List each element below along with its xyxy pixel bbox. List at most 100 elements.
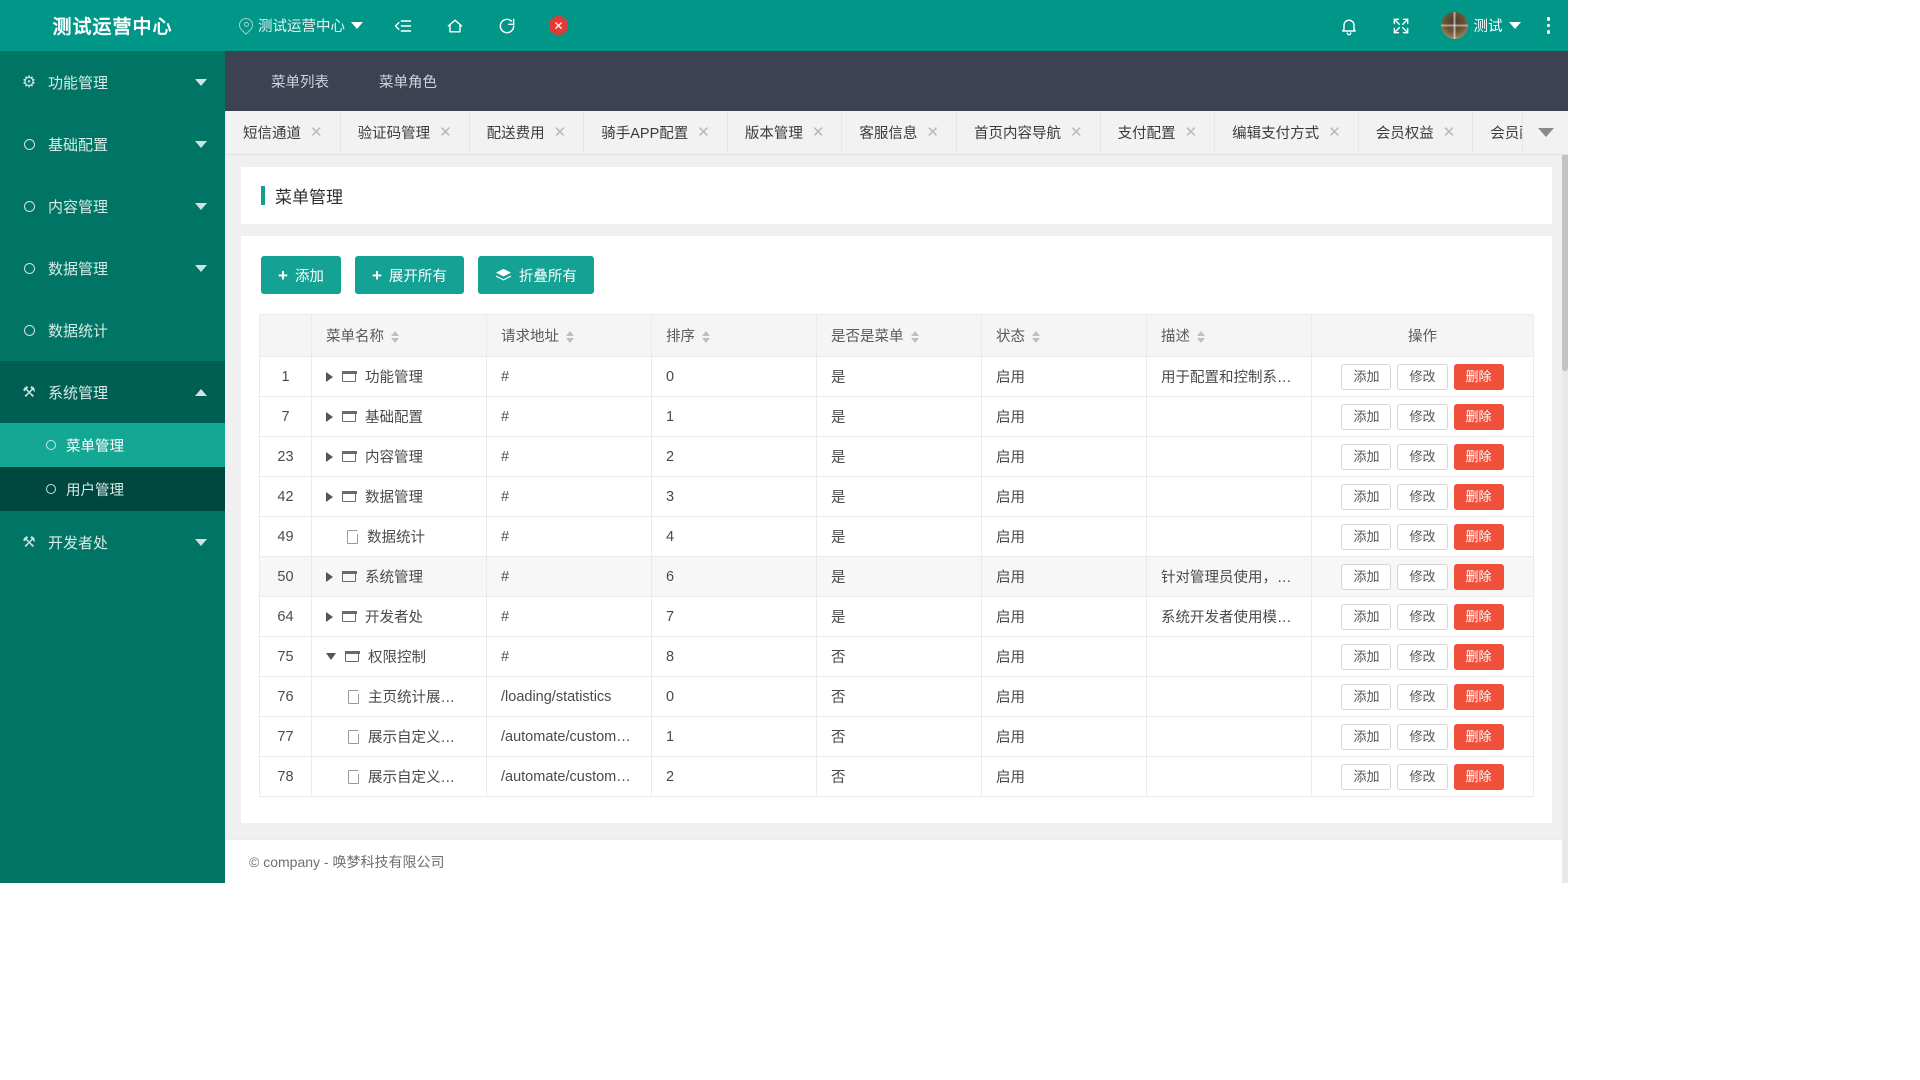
open-tab[interactable]: 编辑支付方式 ✕ [1215, 111, 1359, 154]
sort-toggle-icon[interactable] [391, 331, 399, 344]
close-icon[interactable]: ✕ [310, 125, 323, 140]
close-all-tabs-button[interactable]: ✕ [533, 0, 584, 51]
collapse-row-icon[interactable] [326, 653, 336, 660]
sort-toggle-icon[interactable] [910, 331, 919, 344]
open-tab[interactable]: 骑手APP配置 ✕ [584, 111, 728, 154]
expand-row-icon[interactable] [326, 451, 333, 462]
close-icon[interactable]: ✕ [812, 125, 825, 140]
page-scrollbar[interactable] [1562, 51, 1568, 883]
close-icon[interactable]: ✕ [926, 125, 939, 140]
open-tab[interactable]: 版本管理 ✕ [728, 111, 843, 154]
tabs-overflow-button[interactable] [1522, 111, 1568, 154]
open-tab[interactable]: 配送费用 ✕ [470, 111, 585, 154]
sort-toggle-icon[interactable] [566, 331, 574, 344]
row-is-menu: 是 [816, 516, 982, 557]
row-delete-button[interactable]: 删除 [1453, 363, 1504, 390]
row-add-button[interactable]: 添加 [1341, 403, 1392, 430]
row-delete-button[interactable]: 删除 [1453, 523, 1504, 550]
open-tab[interactable]: 短信通道 ✕ [225, 111, 341, 154]
row-add-button[interactable]: 添加 [1341, 483, 1392, 510]
column-header-3[interactable]: 请求地址 [486, 314, 652, 357]
sidebar-item-7[interactable]: ⚒ 开发者处 [0, 511, 225, 573]
row-add-button[interactable]: 添加 [1341, 683, 1392, 710]
sidebar-item-4[interactable]: 数据管理 [0, 237, 225, 299]
row-edit-button[interactable]: 修改 [1397, 363, 1448, 390]
open-tab[interactable]: 会员权益 ✕ [1359, 111, 1474, 154]
open-tab[interactable]: 客服信息 ✕ [842, 111, 957, 154]
refresh-button[interactable] [481, 0, 533, 51]
sidebar-item-3[interactable]: 内容管理 [0, 175, 225, 237]
row-delete-button[interactable]: 删除 [1453, 483, 1504, 510]
row-add-button[interactable]: 添加 [1341, 763, 1392, 790]
row-edit-button[interactable]: 修改 [1397, 603, 1448, 630]
row-delete-button[interactable]: 删除 [1453, 643, 1504, 670]
column-header-6[interactable]: 状态 [981, 314, 1147, 357]
module-tab-2[interactable]: 菜单角色 [357, 51, 459, 111]
sidebar-subitem-1[interactable]: 菜单管理 [0, 423, 225, 467]
more-vertical-icon[interactable] [1535, 17, 1563, 34]
expand-all-button[interactable]: + 展开所有 [354, 256, 464, 294]
close-icon[interactable]: ✕ [1328, 125, 1341, 140]
row-edit-button[interactable]: 修改 [1397, 643, 1448, 670]
close-icon[interactable]: ✕ [697, 125, 710, 140]
row-delete-button[interactable]: 删除 [1453, 683, 1504, 710]
row-add-button[interactable]: 添加 [1341, 523, 1392, 550]
row-edit-button[interactable]: 修改 [1397, 403, 1448, 430]
expand-row-icon[interactable] [326, 611, 333, 622]
row-delete-button[interactable]: 删除 [1453, 563, 1504, 590]
close-icon[interactable]: ✕ [554, 125, 567, 140]
expand-row-icon[interactable] [326, 411, 333, 422]
sort-toggle-icon[interactable] [702, 331, 710, 344]
home-button[interactable] [429, 0, 481, 51]
row-add-button[interactable]: 添加 [1341, 643, 1392, 670]
module-tab-1[interactable]: 菜单列表 [249, 51, 351, 111]
collapse-all-button[interactable]: 折叠所有 [477, 256, 594, 294]
sort-toggle-icon[interactable] [1197, 331, 1205, 344]
sort-toggle-icon[interactable] [1032, 331, 1040, 344]
expand-row-icon[interactable] [326, 571, 333, 582]
notifications-button[interactable] [1323, 0, 1375, 51]
sidebar-item-2[interactable]: 基础配置 [0, 113, 225, 175]
column-header-2[interactable]: 菜单名称 [311, 314, 487, 357]
row-edit-button[interactable]: 修改 [1397, 723, 1448, 750]
open-tab[interactable]: 验证码管理 ✕ [341, 111, 470, 154]
close-icon[interactable]: ✕ [439, 125, 452, 140]
row-edit-button[interactable]: 修改 [1397, 523, 1448, 550]
row-edit-button[interactable]: 修改 [1397, 483, 1448, 510]
close-icon[interactable]: ✕ [1070, 125, 1083, 140]
location-selector[interactable]: 测试运营中心 [225, 0, 377, 51]
row-add-button[interactable]: 添加 [1341, 443, 1392, 470]
row-delete-button[interactable]: 删除 [1453, 723, 1504, 750]
row-edit-button[interactable]: 修改 [1397, 443, 1448, 470]
column-header-7[interactable]: 描述 [1146, 314, 1312, 357]
sidebar-item-6[interactable]: ⚒ 系统管理 [0, 361, 225, 423]
row-add-button[interactable]: 添加 [1341, 563, 1392, 590]
expand-row-icon[interactable] [326, 371, 333, 382]
row-add-button[interactable]: 添加 [1341, 363, 1392, 390]
user-menu[interactable]: 测试 [1427, 0, 1535, 51]
column-header-4[interactable]: 排序 [651, 314, 817, 357]
close-icon[interactable]: ✕ [1185, 125, 1198, 140]
open-tab[interactable]: 支付配置 ✕ [1101, 111, 1216, 154]
add-button[interactable]: + 添加 [261, 256, 341, 294]
row-delete-button[interactable]: 删除 [1453, 763, 1504, 790]
open-tab[interactable]: 首页内容导航 ✕ [957, 111, 1101, 154]
row-add-button[interactable]: 添加 [1341, 603, 1392, 630]
collapse-sidebar-button[interactable] [377, 0, 429, 51]
expand-row-icon[interactable] [326, 491, 333, 502]
row-edit-button[interactable]: 修改 [1397, 683, 1448, 710]
sidebar-subitem-2[interactable]: 用户管理 [0, 467, 225, 511]
row-edit-button[interactable]: 修改 [1397, 563, 1448, 590]
row-delete-button[interactable]: 删除 [1453, 403, 1504, 430]
row-delete-button[interactable]: 删除 [1453, 603, 1504, 630]
row-edit-button[interactable]: 修改 [1397, 763, 1448, 790]
sidebar-item-5[interactable]: 数据统计 [0, 299, 225, 361]
sidebar-item-1[interactable]: ⚙ 功能管理 [0, 51, 225, 113]
close-icon[interactable]: ✕ [1443, 125, 1456, 140]
open-tabs-scroll[interactable]: 短信通道 ✕ 验证码管理 ✕ 配送费用 ✕ 骑手APP配置 ✕ 版本管理 ✕ 客服信息 ✕ 首页内容导航… [225, 111, 1522, 154]
column-header-5[interactable]: 是否是菜单 [816, 314, 982, 357]
fullscreen-button[interactable] [1375, 0, 1427, 51]
open-tab[interactable]: 会员配置✕ [1473, 111, 1522, 154]
row-add-button[interactable]: 添加 [1341, 723, 1392, 750]
row-delete-button[interactable]: 删除 [1453, 443, 1504, 470]
